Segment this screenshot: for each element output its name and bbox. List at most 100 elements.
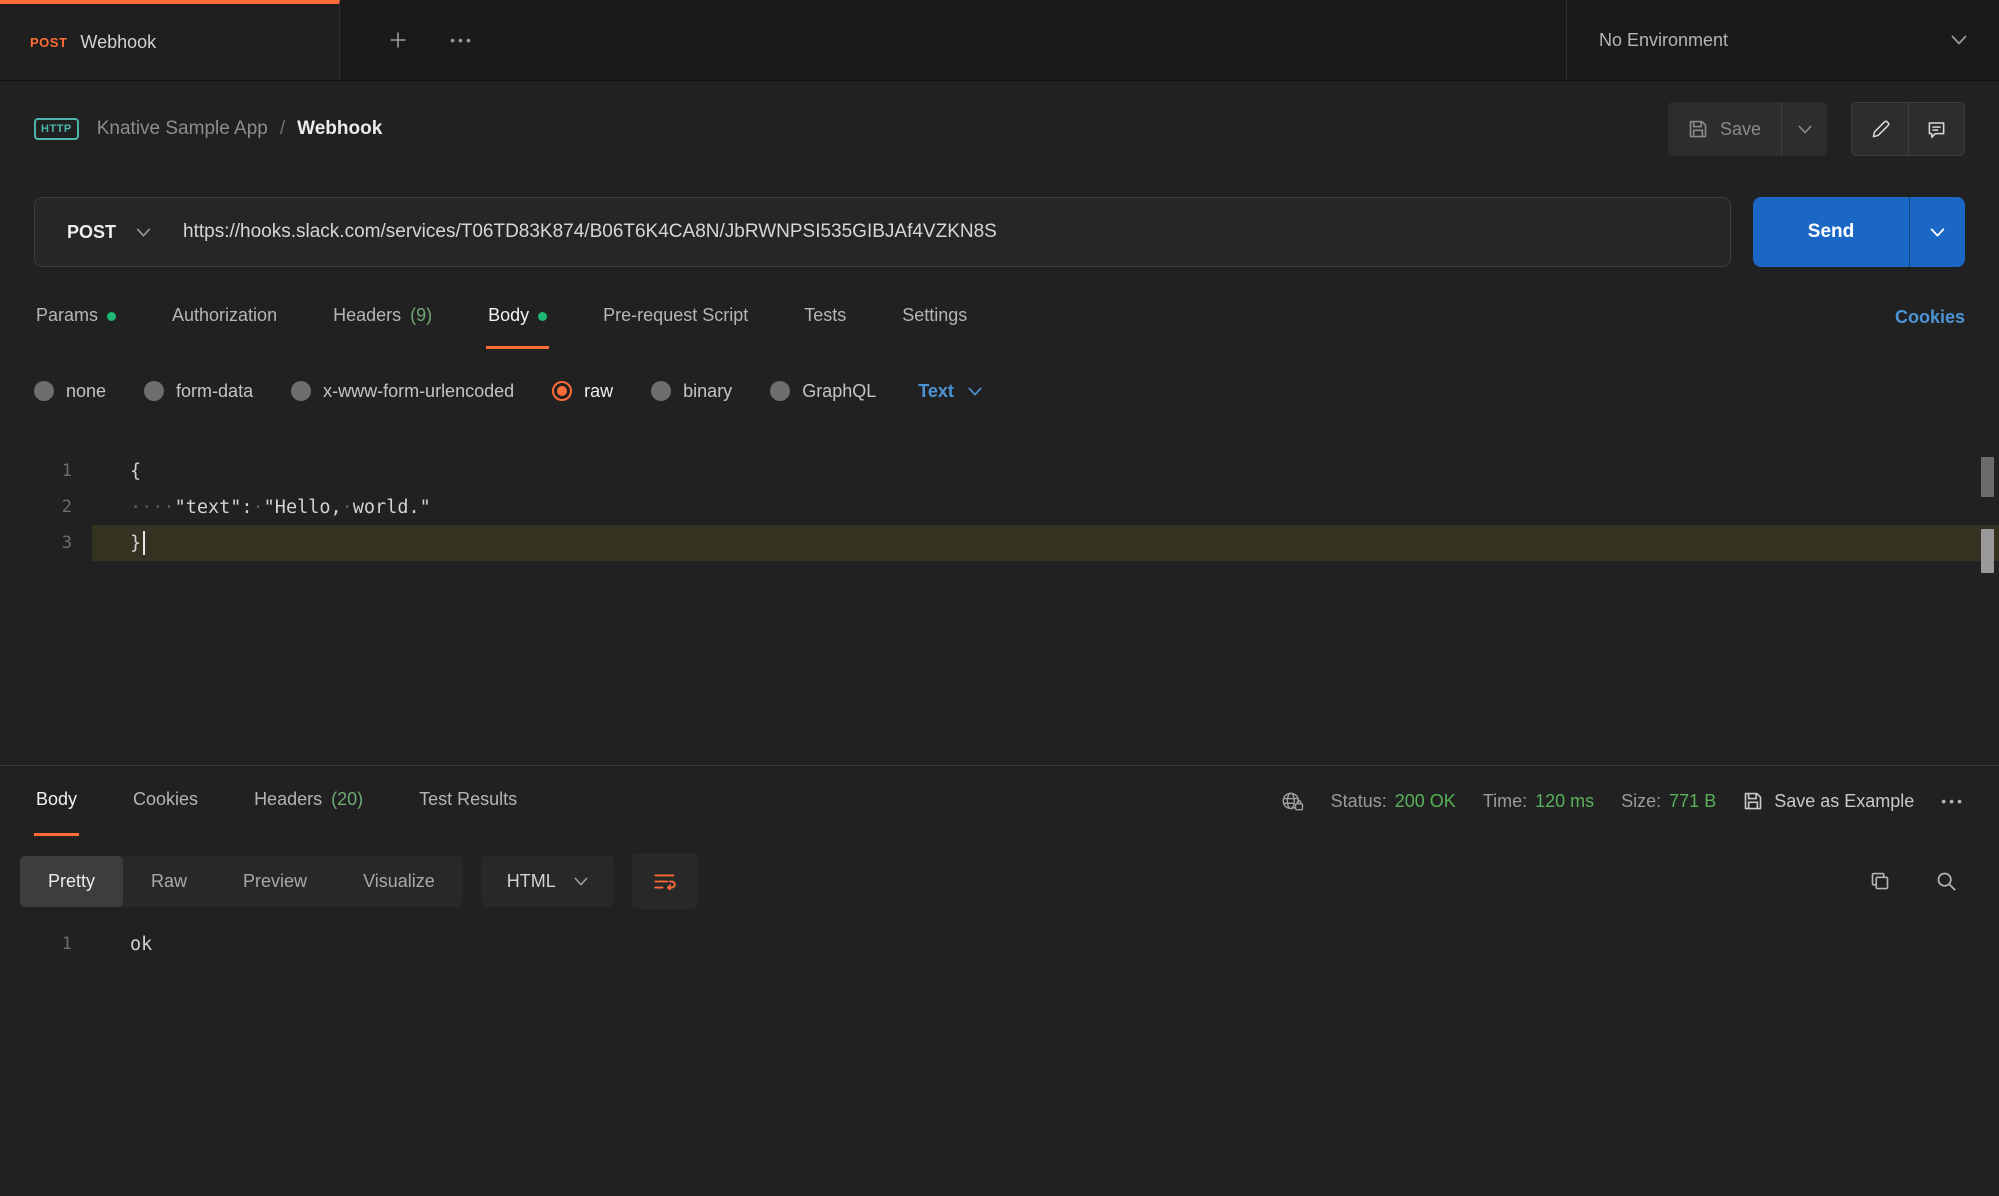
request-body-editor[interactable]: 1{2····"text":·"Hello,·world."3} — [0, 453, 1999, 765]
edit-request-button[interactable] — [1852, 103, 1908, 155]
save-button-group: Save — [1668, 102, 1827, 156]
view-mode-raw[interactable]: Raw — [123, 856, 215, 907]
code-text: ····"text":·"Hello,·world." — [130, 497, 431, 518]
response-status[interactable]: Status: 200 OK — [1331, 791, 1456, 812]
request-header: HTTP Knative Sample App / Webhook Save — [0, 81, 1999, 177]
breadcrumb-collection[interactable]: Knative Sample App — [97, 118, 268, 140]
response-format-dropdown[interactable]: HTML — [481, 856, 614, 907]
request-tab-tests[interactable]: Tests — [802, 285, 848, 349]
body-type-binary[interactable]: binary — [651, 381, 732, 402]
view-mode-preview[interactable]: Preview — [215, 856, 335, 907]
body-type-x-www-form-urlencoded[interactable]: x-www-form-urlencoded — [291, 381, 514, 402]
chevron-down-icon — [574, 877, 588, 886]
request-tools-group — [1851, 102, 1965, 156]
response-toolbar-right — [1870, 871, 1957, 892]
breadcrumb-request-name[interactable]: Webhook — [297, 118, 382, 140]
view-mode-label: Preview — [243, 871, 307, 891]
radio-icon — [144, 381, 164, 401]
editor-line-2[interactable]: 2 ····"text":·"Hello,·world." — [0, 489, 1999, 525]
body-type-label: GraphQL — [802, 381, 876, 402]
save-button[interactable]: Save — [1668, 102, 1781, 156]
response-line-1[interactable]: 1ok — [0, 926, 1999, 962]
response-options-button[interactable]: ••• — [1941, 793, 1965, 809]
response-body-lines: 1ok — [0, 926, 1999, 962]
tab-label: Headers — [254, 789, 322, 810]
response-tab-body[interactable]: Body — [34, 766, 79, 836]
send-button[interactable]: Send — [1753, 197, 1909, 267]
save-as-example-button[interactable]: Save as Example — [1743, 791, 1914, 812]
response-tab-cookies[interactable]: Cookies — [131, 766, 200, 836]
body-type-label: none — [66, 381, 106, 402]
radio-icon — [651, 381, 671, 401]
breadcrumb-separator: / — [280, 118, 285, 140]
method-dropdown[interactable]: POST — [35, 222, 183, 243]
view-mode-pretty[interactable]: Pretty — [20, 856, 123, 907]
request-tab-settings[interactable]: Settings — [900, 285, 969, 349]
response-body-viewer[interactable]: 1ok — [0, 926, 1999, 962]
response-size[interactable]: Size: 771 B — [1621, 791, 1716, 812]
save-options-button[interactable] — [1781, 102, 1827, 156]
editor-line-1[interactable]: 1{ — [0, 453, 1999, 489]
wrap-lines-button[interactable] — [632, 853, 698, 909]
editor-overview-ruler[interactable] — [1981, 453, 1994, 765]
line-number: 3 — [0, 525, 92, 561]
tab-bar-spacer — [494, 0, 1566, 80]
comment-icon — [1927, 120, 1946, 139]
cookies-link[interactable]: Cookies — [1895, 307, 1965, 328]
response-header: Body Cookies Headers(20) Test Results Statu… — [0, 766, 1999, 836]
postman-app: POST Webhook ••• No Environment HTTP Kna… — [0, 0, 1999, 962]
chevron-down-icon — [1951, 35, 1967, 45]
raw-language-dropdown[interactable]: Text — [918, 381, 982, 402]
line-number: 2 — [0, 489, 92, 525]
tab-bar: POST Webhook ••• No Environment — [0, 0, 1999, 81]
request-tab-headers[interactable]: Headers(9) — [331, 285, 434, 349]
open-request-tab[interactable]: POST Webhook — [0, 0, 340, 80]
view-mode-visualize[interactable]: Visualize — [335, 856, 463, 907]
view-mode-label: Visualize — [363, 871, 435, 891]
response-format-label: HTML — [507, 871, 556, 892]
method-label: POST — [67, 222, 116, 243]
send-options-button[interactable] — [1909, 197, 1965, 267]
tab-options-button[interactable]: ••• — [430, 0, 494, 80]
time-label: Time: — [1483, 791, 1527, 812]
request-tab-authorization[interactable]: Authorization — [170, 285, 279, 349]
request-tab-body[interactable]: Body — [486, 285, 549, 349]
request-tab-params[interactable]: Params — [34, 285, 118, 349]
network-info-icon[interactable] — [1280, 791, 1304, 812]
url-input[interactable] — [183, 221, 1730, 243]
view-mode-label: Pretty — [48, 871, 95, 891]
green-dot-icon — [538, 312, 547, 321]
new-tab-button[interactable] — [366, 0, 430, 80]
tab-label: Tests — [804, 305, 846, 326]
radio-icon — [34, 381, 54, 401]
request-tab-pre-request-script[interactable]: Pre-request Script — [601, 285, 750, 349]
tab-label: Test Results — [419, 789, 517, 810]
tab-title: Webhook — [80, 32, 156, 53]
search-response-button[interactable] — [1936, 871, 1957, 892]
response-tab-test-results[interactable]: Test Results — [417, 766, 519, 836]
radio-icon — [291, 381, 311, 401]
line-content: { — [92, 453, 1999, 489]
body-type-raw[interactable]: raw — [552, 381, 613, 402]
send-button-label: Send — [1808, 221, 1854, 243]
size-value: 771 B — [1669, 791, 1716, 812]
response-time[interactable]: Time: 120 ms — [1483, 791, 1594, 812]
line-number: 1 — [0, 453, 92, 489]
body-type-none[interactable]: none — [34, 381, 106, 402]
environment-selector[interactable]: No Environment — [1566, 0, 1999, 80]
body-type-form-data[interactable]: form-data — [144, 381, 253, 402]
code-text: { — [130, 461, 141, 482]
editor-line-3[interactable]: 3} — [0, 525, 1999, 561]
comments-button[interactable] — [1908, 103, 1964, 155]
tab-label: Authorization — [172, 305, 277, 326]
response-tab-headers[interactable]: Headers(20) — [252, 766, 365, 836]
scrollbar-thumb[interactable] — [1981, 529, 1994, 573]
tab-label: Params — [36, 305, 98, 326]
tab-label: Headers — [333, 305, 401, 326]
more-icon: ••• — [1941, 793, 1965, 809]
chevron-down-icon — [968, 387, 982, 396]
response-meta: Status: 200 OK Time: 120 ms Size: 771 B … — [1280, 766, 1965, 836]
body-type-label: binary — [683, 381, 732, 402]
copy-response-button[interactable] — [1870, 871, 1890, 891]
body-type-graphql[interactable]: GraphQL — [770, 381, 876, 402]
